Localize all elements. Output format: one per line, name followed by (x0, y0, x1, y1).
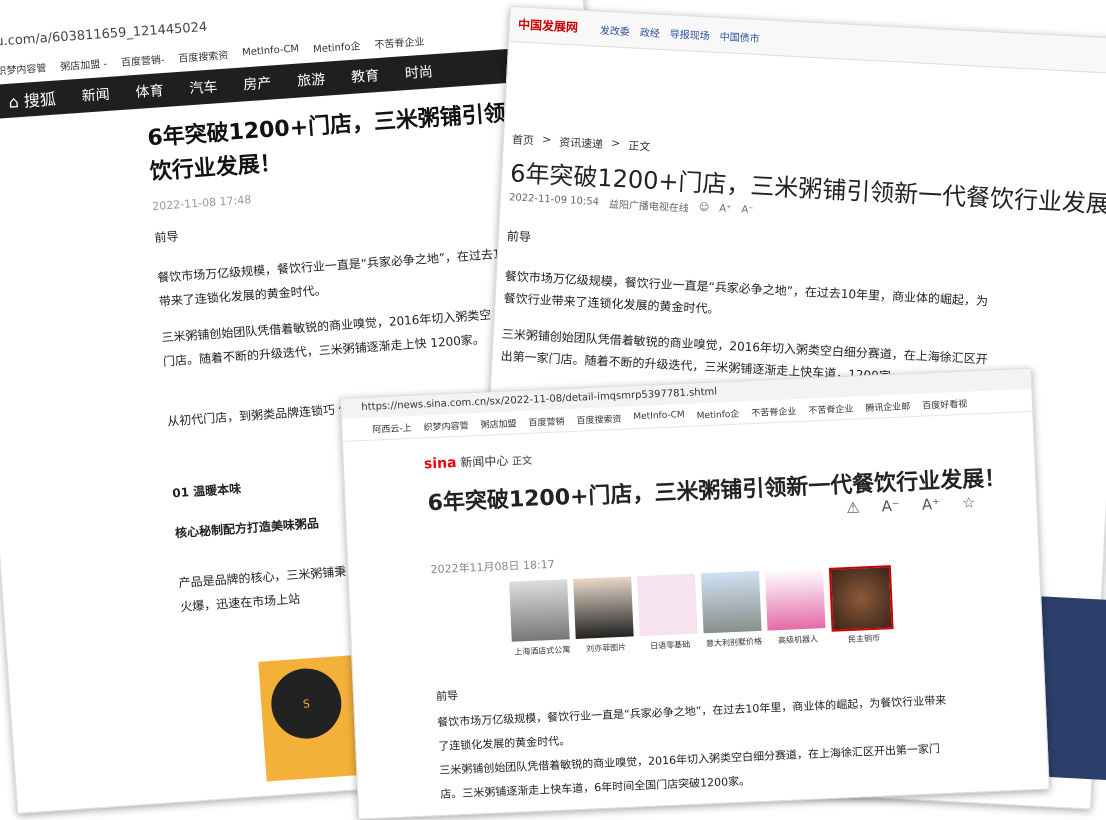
ad-thumbnail[interactable]: 高级机器人 (764, 568, 826, 645)
bookmark-item[interactable]: MetInfo-CM (242, 43, 300, 58)
site-logo[interactable]: 中国发展网 (518, 15, 579, 35)
bookmark-item[interactable]: 织梦内容管 (423, 418, 468, 433)
site-header (509, 7, 1106, 75)
breadcrumb-current: 正文 (627, 139, 651, 154)
home-icon: ⌂ (8, 91, 25, 112)
bookmark-item[interactable]: 百度营销 (528, 414, 564, 429)
nav-item-news[interactable]: 新闻 (81, 84, 110, 106)
article-preface: 前导 (506, 229, 532, 245)
comment-icon[interactable]: ☺ (699, 202, 710, 214)
nav-item-fashion[interactable]: 时尚 (404, 61, 433, 83)
bookmark-item[interactable]: MetInfo-CM (633, 410, 685, 422)
nav-item[interactable]: 中国债市 (719, 28, 760, 45)
font-decrease-icon[interactable]: A⁻ (741, 204, 754, 216)
font-increase-icon[interactable]: A⁺ (719, 203, 732, 215)
nav-item[interactable]: 导报现场 (669, 25, 710, 42)
bookmark-item[interactable]: 百度搜索资 (178, 46, 229, 64)
nav-item-travel[interactable]: 旅游 (296, 69, 326, 91)
ad-thumbnail[interactable]: 上海酒店式公寓 (509, 579, 570, 657)
article-source: 益阳广播电视在线 (608, 199, 690, 215)
bookmark-item[interactable]: 粥店加盟 - (60, 54, 107, 72)
breadcrumb-separator: > (541, 132, 552, 147)
bookmark-item[interactable]: Metinfo企 (313, 37, 361, 55)
nav-item-house[interactable]: 房产 (243, 73, 272, 95)
bookmark-item[interactable]: 不苦脊企业 (808, 401, 853, 416)
article-date: 2022年11月08日 18:17 (430, 557, 555, 577)
sina-news-logo[interactable]: sina 新闻中心 正文 (424, 451, 533, 473)
sina-article-screenshot: https://news.sina.com.cn/sx/2022-11-08/d… (340, 367, 1050, 820)
nav-item-edu[interactable]: 教育 (350, 65, 380, 87)
ad-thumbnail[interactable]: 日语零基础 (637, 573, 698, 651)
breadcrumb-home[interactable]: 首页 (512, 131, 535, 148)
ad-thumbnail[interactable]: 民主铜币 (828, 565, 894, 644)
bookmark-item[interactable]: 百度好看视 (922, 396, 967, 411)
nav-item-sports[interactable]: 体育 (135, 80, 164, 102)
bookmark-item[interactable]: 阿西云-上 (372, 420, 412, 435)
bookmark-item[interactable]: 腾讯企业邮 (865, 399, 910, 414)
bookmark-item[interactable]: 百度营销- (120, 50, 165, 68)
article-date: 2022-11-09 10:54 (508, 192, 600, 208)
breadcrumb-separator: > (610, 136, 621, 150)
bookmark-item[interactable]: 百度搜索资 (576, 411, 621, 426)
article-paragraph: 餐饮市场万亿级规模，餐饮行业一直是“兵家必争之地”，在过去10年里，商业体的崛起… (503, 269, 989, 317)
brand-logo: S (268, 666, 344, 741)
bookmark-item[interactable]: 不苦脊企业 (374, 32, 425, 50)
article-date: 2022-11-08 17:48 (151, 193, 252, 214)
font-decrease-icon[interactable]: A⁻ (881, 497, 900, 516)
bookmark-item[interactable]: 织梦内容管 (0, 59, 47, 77)
ad-thumbnail[interactable]: 意大利别墅价格 (700, 570, 762, 648)
report-icon[interactable]: ⚠ (846, 498, 860, 517)
breadcrumb: 首页 > 资讯速递 > 正文 (512, 131, 651, 154)
bookmark-item[interactable]: 粥店加盟 (480, 416, 516, 431)
nav-item[interactable]: 发改委 (600, 22, 631, 39)
font-increase-icon[interactable]: A⁺ (921, 495, 940, 514)
nav-item[interactable]: 政经 (639, 24, 660, 40)
ad-thumbnail[interactable]: 刘亦菲图片 (573, 576, 634, 653)
ad-thumbnails: 上海酒店式公寓 刘亦菲图片 日语零基础 意大利别墅价格 高级机器人 民主铜币 (509, 565, 894, 657)
breadcrumb-section[interactable]: 资讯速递 (559, 134, 604, 152)
bookmark-item[interactable]: Metinfo企 (696, 406, 740, 421)
sohu-logo[interactable]: ⌂ 搜狐 (8, 86, 57, 113)
bookmark-item[interactable]: 不苦脊企业 (751, 404, 796, 419)
favorite-icon[interactable]: ☆ (962, 493, 976, 512)
nav-item-auto[interactable]: 汽车 (189, 76, 218, 98)
